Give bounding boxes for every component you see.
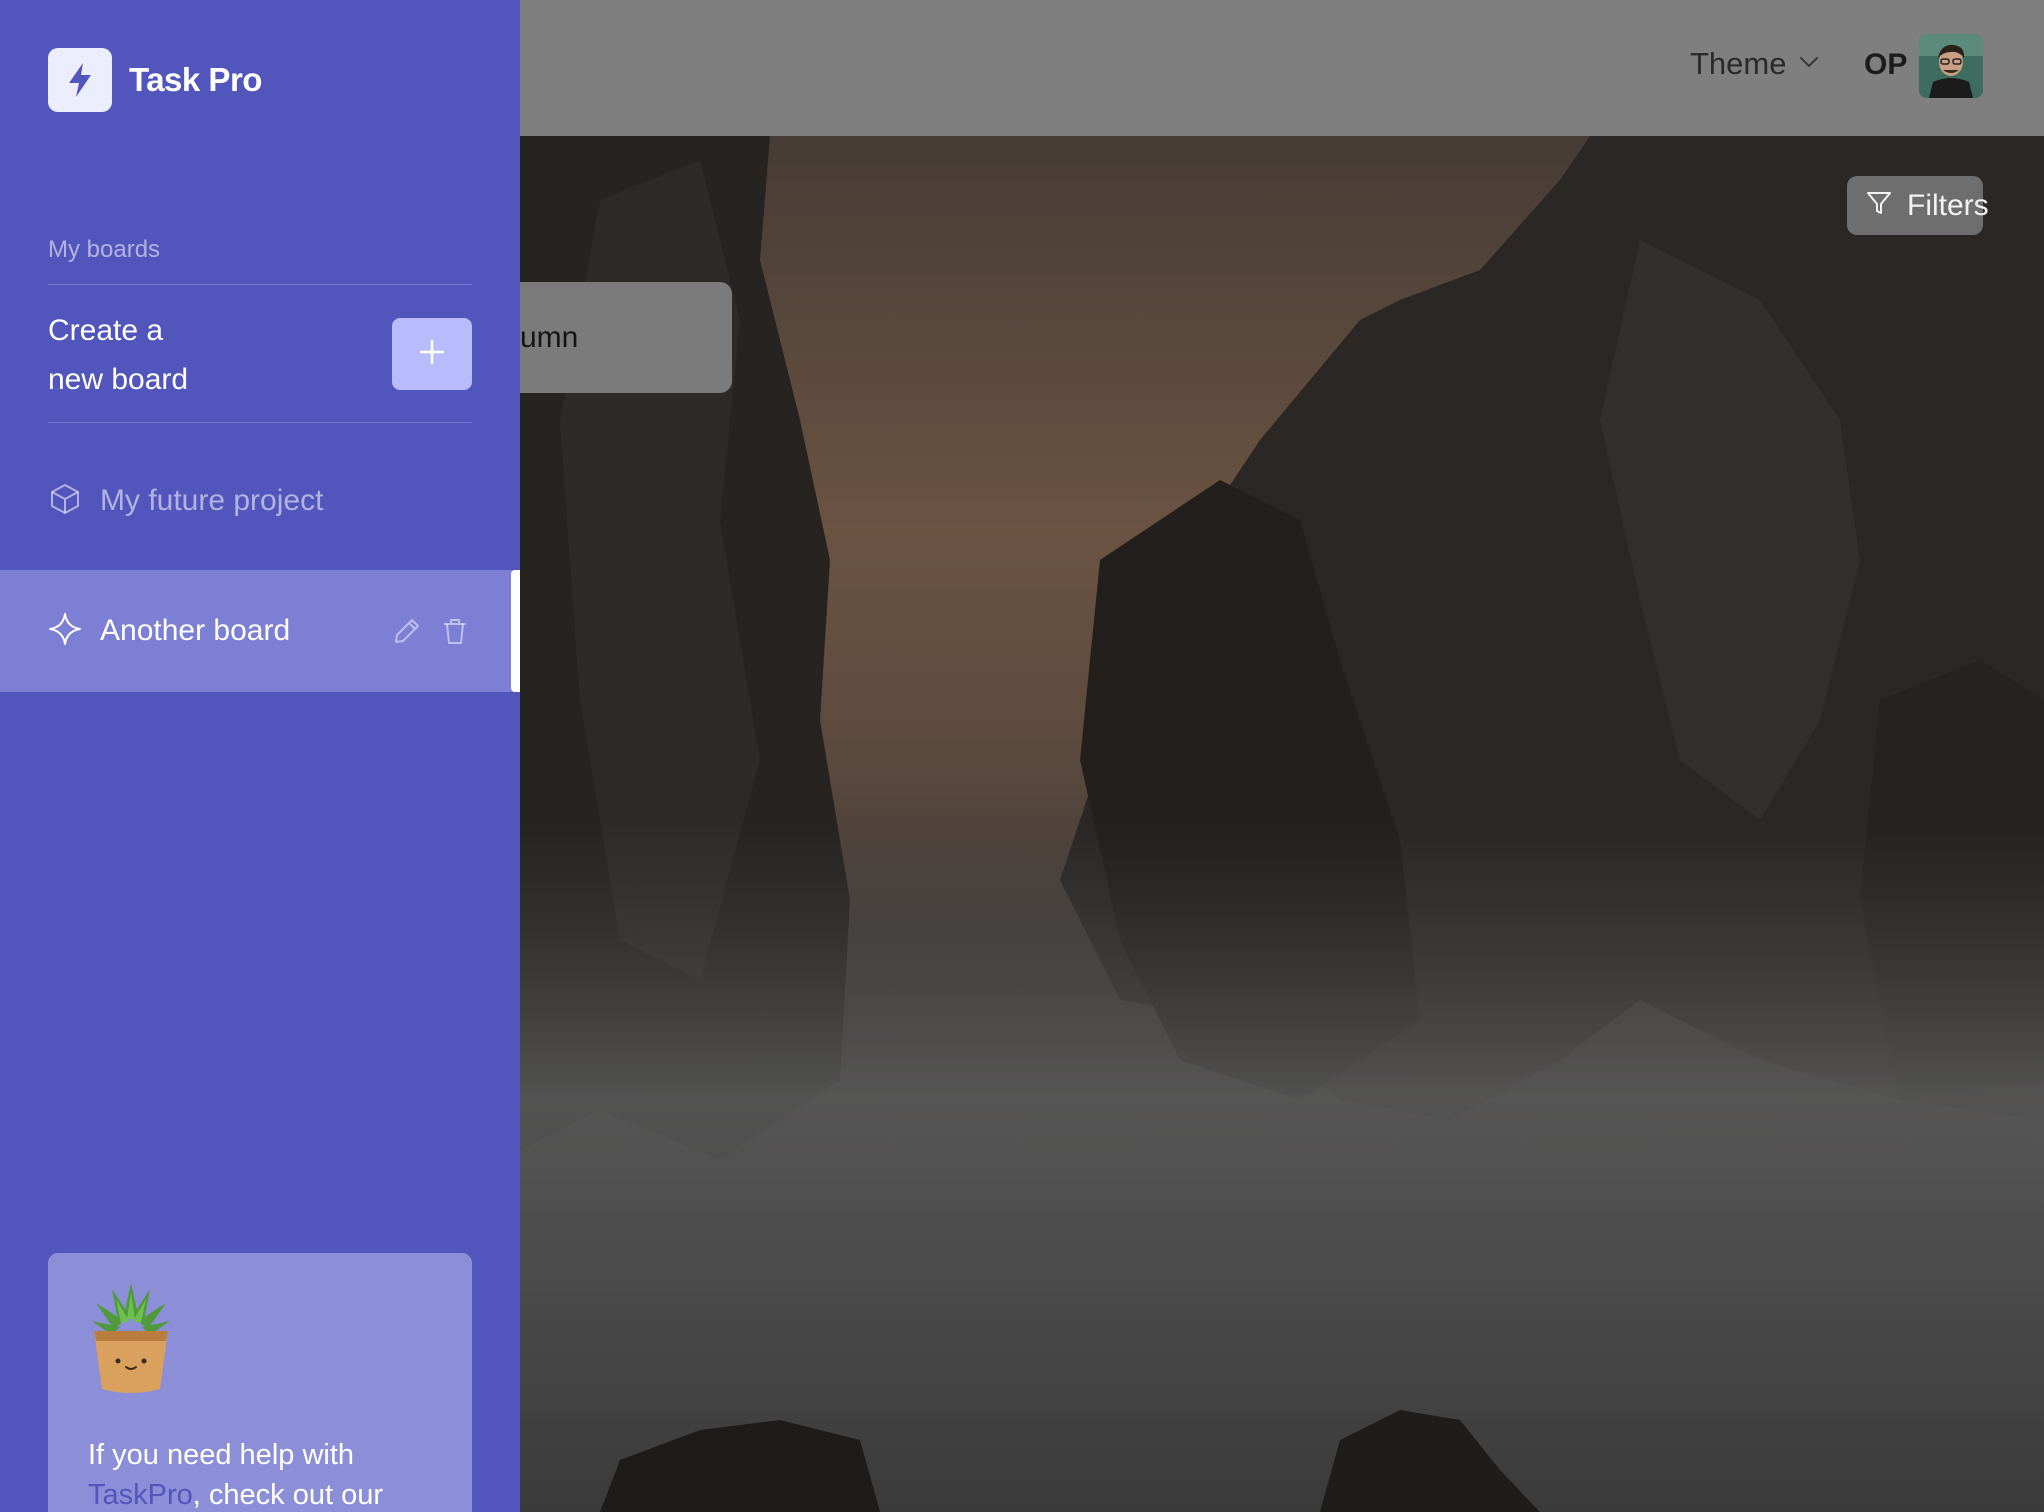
sparkle-icon — [48, 612, 82, 651]
create-board-label-line2: new board — [48, 363, 189, 396]
boards-section-heading: My boards — [48, 236, 161, 263]
create-board-button[interactable] — [392, 318, 472, 390]
app-logo[interactable]: Task Pro — [48, 48, 262, 112]
lightning-icon — [48, 48, 112, 112]
add-column-label: umn — [520, 320, 579, 354]
cube-icon — [48, 482, 82, 521]
filters-label: Filters — [1907, 188, 1989, 222]
edit-pencil-icon[interactable] — [392, 616, 422, 651]
taskpro-link[interactable]: TaskPro — [88, 1479, 193, 1511]
create-board-label: Create a new board — [48, 306, 268, 404]
plus-icon — [418, 338, 446, 371]
trash-icon[interactable] — [440, 616, 470, 651]
filter-icon — [1865, 189, 1893, 222]
user-name: OP — [1864, 48, 1908, 81]
avatar[interactable] — [1919, 34, 1983, 98]
help-text: If you need help with TaskPro, check out… — [88, 1435, 458, 1512]
active-board-indicator — [511, 570, 520, 692]
sidebar-item-another-board[interactable]: Another board — [0, 570, 520, 692]
sidebar-item-my-future-project[interactable]: My future project — [0, 440, 520, 562]
help-text-start: If you need help with — [88, 1439, 355, 1471]
board-name: My future project — [100, 484, 324, 517]
help-text-end: , check out our — [192, 1479, 383, 1511]
add-column-button[interactable]: umn — [520, 282, 732, 393]
cactus-pot-image — [86, 1275, 176, 1395]
app-title: Task Pro — [129, 61, 262, 98]
create-board-label-line1: Create a — [48, 314, 164, 347]
board-actions — [392, 616, 470, 651]
chevron-down-icon — [1798, 55, 1820, 74]
theme-label: Theme — [1690, 46, 1787, 81]
sidebar: Task Pro My boards Create a new board My… — [0, 0, 520, 1512]
divider — [48, 284, 472, 285]
board-name: Another board — [100, 614, 291, 647]
help-card: If you need help with TaskPro, check out… — [48, 1253, 472, 1512]
divider — [48, 422, 472, 423]
theme-dropdown[interactable]: Theme — [1690, 46, 1820, 82]
filters-button[interactable]: Filters — [1847, 176, 1989, 235]
